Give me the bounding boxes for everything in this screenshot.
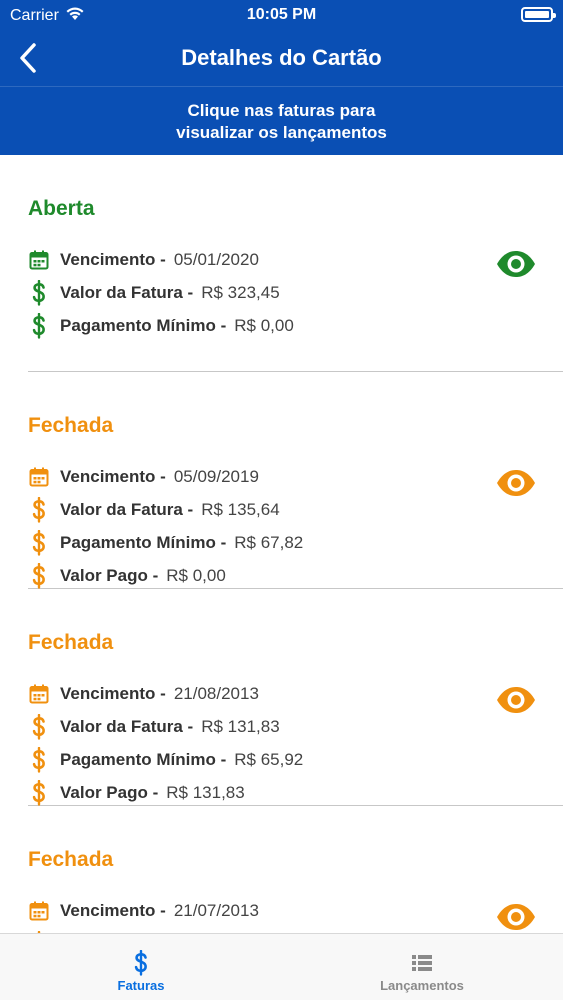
- eye-icon: [496, 687, 536, 718]
- view-invoice-button[interactable]: [496, 250, 536, 278]
- calendar-icon: [28, 465, 50, 489]
- invoice-status: Fechada: [28, 631, 114, 654]
- detail-label: Pagamento Mínimo -: [60, 749, 227, 769]
- dollar-icon: [28, 746, 50, 773]
- detail-value: R$ 131,83: [166, 782, 245, 802]
- detail-label: Vencimento -: [60, 466, 166, 486]
- invoice-detail-row: Valor da Fatura - R$ 323,45: [28, 276, 294, 309]
- dollar-icon: [28, 529, 50, 556]
- invoice-card[interactable]: Aberta Vencimento - 05/01/2020 Valor da Fat…: [28, 155, 563, 372]
- calendar-icon: [28, 899, 50, 923]
- detail-value: R$ 0,00: [234, 315, 294, 335]
- invoice-detail-row: Valor da Fatura - R$ 131,83: [28, 710, 303, 743]
- app-header: Carrier 10:05 PM Detalhes do Cartão Cliq…: [0, 0, 563, 155]
- detail-value: R$ 131,83: [201, 716, 280, 736]
- status-time: 10:05 PM: [246, 6, 317, 23]
- view-invoice-button[interactable]: [496, 903, 536, 931]
- view-invoice-button[interactable]: [496, 469, 536, 497]
- detail-value: 21/07/2013: [173, 900, 259, 920]
- invoice-detail-row: Pagamento Mínimo - R$ 65,92: [28, 743, 303, 776]
- dollar-icon: [28, 496, 50, 523]
- instructions-text: Clique nas faturas para visualizar os la…: [176, 101, 387, 142]
- invoice-detail-row: Valor Pago - R$ 0,00: [28, 559, 303, 592]
- detail-label: Valor da Fatura -: [60, 499, 194, 519]
- dollar-icon: [28, 562, 50, 589]
- tab-faturas-label: Faturas: [117, 978, 165, 993]
- dollar-icon: [28, 279, 50, 306]
- battery-icon: [521, 7, 556, 22]
- invoice-detail-row: Vencimento - 05/01/2020: [28, 243, 294, 276]
- invoice-list[interactable]: Aberta Vencimento - 05/01/2020 Valor da Fat…: [0, 155, 563, 933]
- detail-label: Valor da Fatura -: [60, 716, 194, 736]
- detail-label: Vencimento -: [60, 249, 166, 269]
- tab-faturas[interactable]: Faturas: [0, 934, 282, 1000]
- invoice-detail-row: Pagamento Mínimo - R$ 67,82: [28, 526, 303, 559]
- detail-value: 05/09/2019: [173, 466, 259, 486]
- detail-label: Vencimento -: [60, 900, 166, 920]
- invoice-detail-row: Vencimento - 05/09/2019: [28, 460, 303, 493]
- dollar-icon: [28, 779, 50, 806]
- tab-lancamentos-label: Lançamentos: [380, 978, 464, 993]
- header-divider: [0, 86, 563, 87]
- invoice-detail-row: Vencimento - 21/08/2013: [28, 677, 303, 710]
- view-invoice-button[interactable]: [496, 686, 536, 714]
- detail-value: R$ 323,45: [201, 282, 280, 302]
- detail-label: Valor Pago -: [60, 565, 159, 585]
- invoice-detail-row: Valor da Fatura - R$ 135,64: [28, 493, 303, 526]
- detail-value: 05/01/2020: [173, 249, 259, 269]
- dollar-icon: [134, 950, 147, 976]
- invoice-status: Aberta: [28, 197, 95, 220]
- detail-value: R$ 0,00: [166, 565, 226, 585]
- calendar-icon: [28, 248, 50, 272]
- dollar-icon: [28, 312, 50, 339]
- invoice-card[interactable]: FechadaVencimento -21/07/2013Valor da Fa…: [28, 806, 563, 933]
- status-bar: Carrier 10:05 PM: [0, 0, 563, 30]
- detail-label: Valor da Fatura -: [60, 282, 194, 302]
- invoice-detail-row: Pagamento Mínimo - R$ 0,00: [28, 309, 294, 342]
- invoice-detail-row: Vencimento - 21/07/2013: [28, 894, 280, 927]
- invoice-status: Fechada: [28, 848, 114, 871]
- invoice-detail-row: Valor Pago - R$ 131,83: [28, 776, 303, 809]
- detail-value: R$ 65,92: [234, 749, 304, 769]
- invoice-status: Fechada: [28, 414, 114, 437]
- tab-bar: Faturas Lançamentos: [0, 933, 563, 1000]
- dollar-icon: [28, 713, 50, 740]
- detail-value: R$ 67,82: [234, 532, 304, 552]
- invoice-card[interactable]: Fechada Vencimento - 21/08/2013 Valor da Fa…: [28, 589, 563, 806]
- list-icon: [412, 955, 432, 971]
- detail-label: Vencimento -: [60, 683, 166, 703]
- detail-value: R$ 135,64: [201, 499, 280, 519]
- navigation-bar: Detalhes do Cartão: [0, 30, 563, 86]
- calendar-icon: [28, 682, 50, 706]
- eye-icon: [496, 470, 536, 501]
- detail-value: 21/08/2013: [173, 683, 259, 703]
- invoice-card[interactable]: Fechada Vencimento - 05/09/2019 Valor da Fa…: [28, 372, 563, 589]
- eye-icon: [496, 904, 536, 933]
- detail-label: Pagamento Mínimo -: [60, 532, 227, 552]
- detail-label: Pagamento Mínimo -: [60, 315, 227, 335]
- eye-icon: [496, 251, 536, 282]
- detail-label: Valor Pago -: [60, 782, 159, 802]
- tab-lancamentos[interactable]: Lançamentos: [281, 934, 563, 1000]
- page-title: Detalhes do Cartão: [181, 45, 382, 70]
